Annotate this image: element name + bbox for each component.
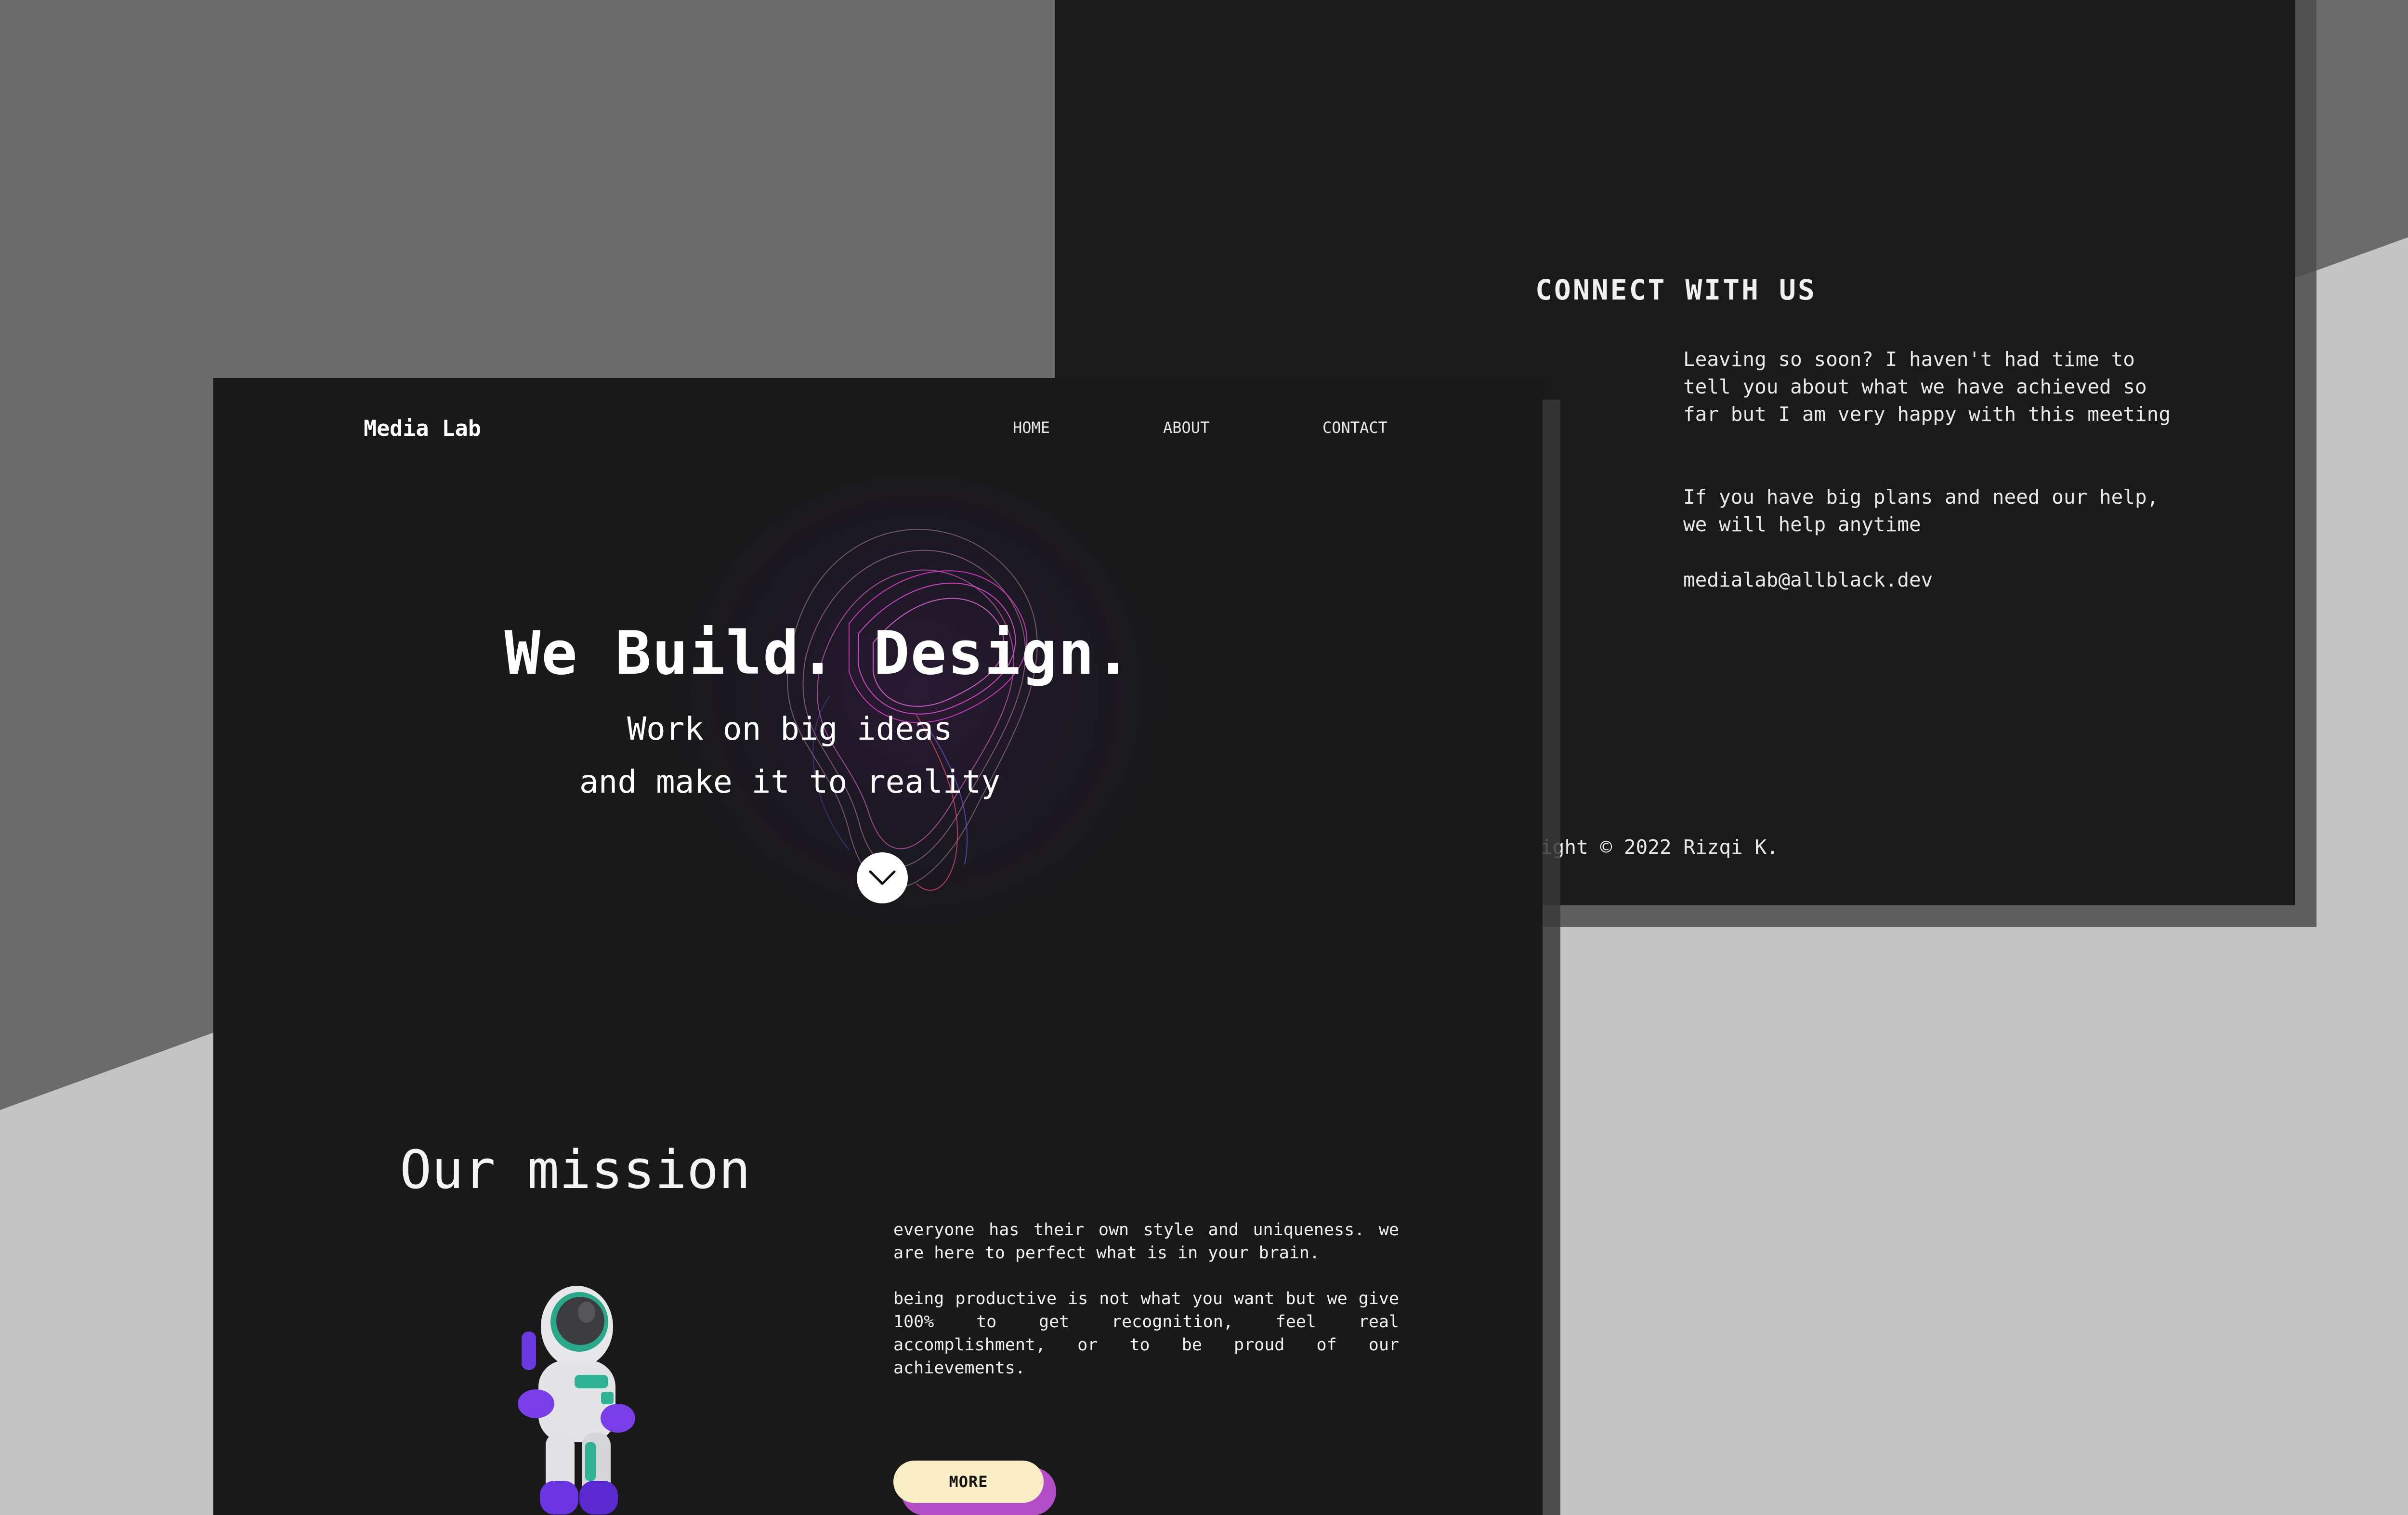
nav-contact-link[interactable]: CONTACT <box>1322 418 1387 437</box>
connect-paragraph-1: Leaving so soon? I haven't had time to t… <box>1683 348 2171 426</box>
site-logo[interactable]: Media Lab <box>364 416 481 441</box>
mission-paragraph-2: being productive is not what you want bu… <box>893 1289 1399 1378</box>
nav-home-link[interactable]: HOME <box>1013 418 1050 437</box>
connect-paragraph-2: If you have big plans and need our help,… <box>1683 485 2159 536</box>
contact-email-link[interactable]: medialab@allblack.dev <box>1683 566 2174 594</box>
mission-paragraph-1: everyone has their own style and uniquen… <box>893 1220 1399 1263</box>
connect-title: CONNECT WITH US <box>1535 274 1817 307</box>
more-button[interactable]: MORE <box>893 1461 1044 1503</box>
nav-about-link[interactable]: ABOUT <box>1163 418 1209 437</box>
mission-title: Our mission <box>400 1139 751 1201</box>
home-page-card: Media Lab HOME ABOUT CONTACT We Build. D… <box>213 378 1543 1515</box>
scroll-down-button[interactable] <box>857 852 908 903</box>
hero-title: We Build. Design. <box>504 619 1132 688</box>
astronaut-illustration <box>518 1286 635 1515</box>
hero-subtitle-line-1: Work on big ideas <box>627 710 953 747</box>
hero-subtitle-line-2: and make it to reality <box>579 763 1001 800</box>
chevron-down-icon <box>869 870 896 885</box>
